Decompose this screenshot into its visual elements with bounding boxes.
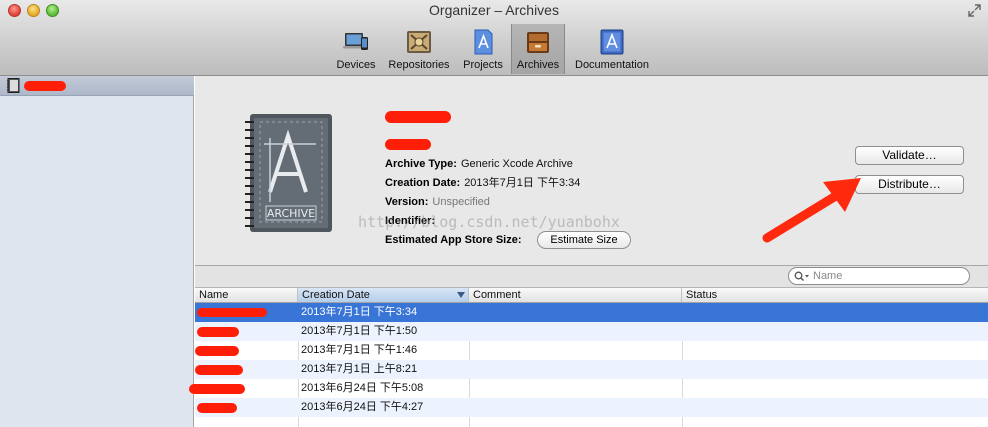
redaction-mark (189, 384, 245, 394)
estimate-size-button[interactable]: Estimate Size (537, 231, 631, 249)
annotation-arrow (762, 178, 861, 243)
archive-type-row: Archive Type: Generic Xcode Archive (385, 156, 573, 172)
tab-repositories-label: Repositories (388, 59, 450, 71)
distribute-button[interactable]: Distribute… (855, 175, 964, 194)
table-row[interactable]: 2013年6月24日 下午4:27 (195, 398, 988, 417)
column-header-status[interactable]: Status (682, 288, 988, 302)
creation-date-row: Creation Date: 2013年7月1日 下午3:34 (385, 175, 580, 191)
app-store-size-row: Estimated App Store Size: (385, 232, 522, 248)
redaction-mark (385, 111, 451, 123)
tab-devices[interactable]: Devices (334, 24, 378, 74)
filter-bar: Name (195, 266, 988, 288)
column-header-name[interactable]: Name (195, 288, 298, 302)
projects-icon (474, 29, 493, 55)
row-creation-date: 2013年6月24日 下午5:08 (301, 382, 424, 394)
table-row[interactable]: 2013年6月24日 下午5:08 (189, 379, 988, 398)
archives-icon (527, 32, 549, 53)
tab-archives[interactable]: Archives (511, 24, 565, 74)
creation-date-label: Creation Date: (385, 177, 461, 189)
tab-projects[interactable]: Projects (460, 24, 506, 74)
tab-documentation[interactable]: Documentation (570, 24, 654, 74)
table-row[interactable]: 2013年7月1日 下午1:50 (195, 322, 988, 341)
archive-type-label: Archive Type: (385, 158, 457, 170)
tab-repositories[interactable]: Repositories (384, 24, 454, 74)
column-header-creation-date-label: Creation Date (302, 289, 370, 301)
redaction-mark (197, 327, 239, 337)
window-title: Organizer – Archives (429, 2, 559, 18)
table-header: Name Creation Date Comment Status (195, 288, 988, 303)
watermark-text: http://blog.csdn.net/yuanbohx (358, 213, 620, 231)
redaction-mark (197, 308, 267, 317)
tab-devices-label: Devices (336, 59, 376, 71)
archive-detail-panel: ARCHIVE Archive Type: Generic Xcode Archi… (195, 76, 988, 266)
column-header-creation-date[interactable]: Creation Date (298, 288, 469, 302)
creation-date-value: 2013年7月1日 下午3:34 (464, 177, 581, 189)
row-creation-date: 2013年7月1日 下午1:50 (301, 325, 418, 337)
table-row[interactable]: 2013年7月1日 上午8:21 (195, 360, 988, 379)
project-icon (7, 78, 20, 93)
redaction-mark (195, 365, 243, 375)
tab-archives-label: Archives (516, 59, 560, 71)
redaction-mark (24, 81, 66, 91)
redaction-mark (195, 346, 239, 356)
row-creation-date: 2013年7月1日 上午8:21 (301, 363, 418, 375)
validate-button[interactable]: Validate… (855, 146, 964, 165)
tab-documentation-label: Documentation (575, 59, 649, 71)
redaction-mark (197, 403, 237, 413)
table-row[interactable]: 2013年7月1日 下午3:34 (195, 303, 988, 322)
version-row: Version: Unspecified (385, 194, 490, 210)
archive-icon: ARCHIVE (245, 114, 332, 232)
row-creation-date: 2013年7月1日 下午3:34 (301, 306, 418, 318)
archive-icon-label: ARCHIVE (267, 207, 315, 220)
app-store-size-label: Estimated App Store Size: (385, 234, 522, 246)
sidebar-item-project[interactable] (0, 76, 194, 96)
table-row[interactable]: 2013年7月1日 下午1:46 (195, 341, 988, 360)
row-creation-date: 2013年7月1日 下午1:46 (301, 344, 418, 356)
sidebar (0, 76, 194, 427)
search-placeholder: Name (813, 270, 843, 282)
tab-projects-label: Projects (463, 59, 503, 71)
sort-descending-icon (457, 292, 465, 298)
fullscreen-icon[interactable] (968, 4, 981, 17)
version-value: Unspecified (432, 196, 490, 208)
column-header-comment[interactable]: Comment (469, 288, 682, 302)
documentation-icon (600, 29, 624, 55)
devices-icon (343, 33, 368, 50)
search-icon (794, 271, 809, 282)
redaction-mark (385, 139, 431, 150)
version-label: Version: (385, 196, 429, 208)
archive-type-value: Generic Xcode Archive (460, 158, 573, 170)
archives-table: Name Creation Date Comment Status 2013年7… (189, 288, 988, 427)
repositories-icon (407, 31, 431, 53)
row-creation-date: 2013年6月24日 下午4:27 (301, 401, 424, 413)
window-titlebar: Organizer – Archives Devices Repositorie… (0, 0, 988, 76)
search-field[interactable]: Name (788, 267, 970, 285)
